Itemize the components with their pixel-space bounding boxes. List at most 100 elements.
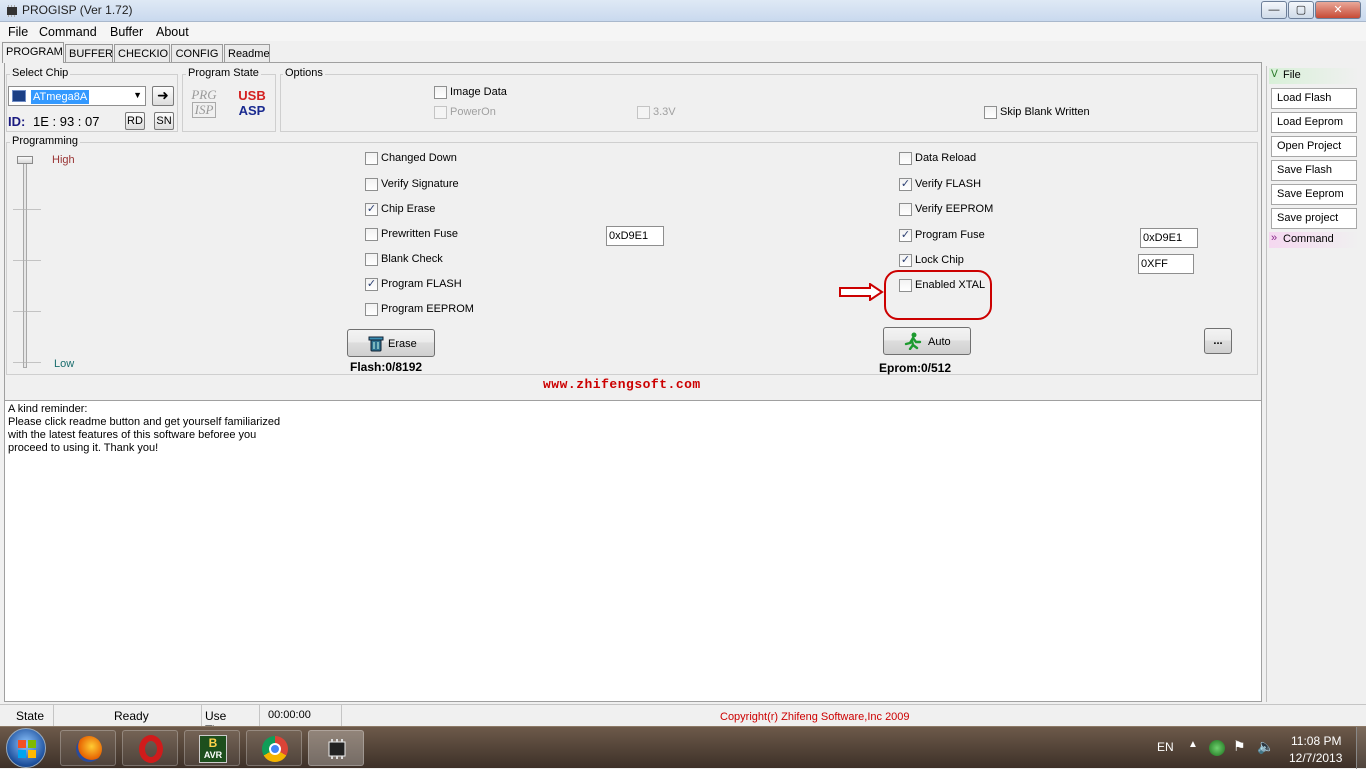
programming-label: Programming — [10, 135, 81, 147]
checkbox-box[interactable] — [365, 303, 378, 316]
side-panel: ᐯ File Load Flash Load Eeprom Open Proje… — [1266, 66, 1362, 702]
options-label: Options — [283, 67, 325, 79]
lock-chip-input[interactable]: 0XFF — [1138, 254, 1194, 274]
menu-file[interactable]: File — [8, 25, 28, 39]
open-project-button[interactable]: Open Project — [1271, 136, 1357, 157]
checkbox-label: Verify EEPROM — [915, 203, 994, 215]
tray-expand-icon[interactable]: ▲ — [1188, 739, 1198, 750]
checkbox-box[interactable]: ✓ — [365, 278, 378, 291]
checkbox-box[interactable]: ✓ — [365, 203, 378, 216]
tab-checkio[interactable]: CHECKIO — [114, 44, 170, 62]
eprom-info: Eprom:0/512 — [879, 361, 952, 375]
program-fuse-input[interactable]: 0xD9E1 — [1140, 228, 1198, 248]
checkbox-box[interactable] — [365, 253, 378, 266]
network-globe-icon[interactable] — [1209, 740, 1225, 756]
checkbox-box[interactable]: ✓ — [899, 254, 912, 267]
website-link[interactable]: www.zhifengsoft.com — [543, 377, 701, 392]
tab-buffer[interactable]: BUFFER — [65, 44, 113, 62]
windows-logo-icon — [18, 740, 36, 758]
checkbox-box — [434, 106, 447, 119]
checkbox-box[interactable] — [365, 152, 378, 165]
checkbox-box[interactable] — [365, 228, 378, 241]
load-flash-button[interactable]: Load Flash — [1271, 88, 1357, 109]
trash-icon — [368, 335, 384, 352]
checkbox-box[interactable]: ✓ — [899, 229, 912, 242]
chip-select[interactable]: ATmega8A ▼ — [8, 86, 146, 106]
checkbox-box[interactable] — [899, 152, 912, 165]
checkbox-label: Program Fuse — [915, 229, 985, 241]
show-desktop-button[interactable] — [1356, 727, 1366, 769]
file-header-label: File — [1283, 69, 1301, 81]
chevron-down-icon: ▼ — [133, 90, 142, 100]
save-eeprom-button[interactable]: Save Eeprom — [1271, 184, 1357, 205]
tab-config[interactable]: CONFIG — [171, 44, 223, 62]
checkbox-box[interactable]: ✓ — [899, 178, 912, 191]
clock-date[interactable]: 12/7/2013 — [1289, 751, 1342, 765]
checkbox-box[interactable] — [984, 106, 997, 119]
program-state-label: Program State — [186, 67, 261, 79]
command-section-header[interactable]: » Command — [1269, 232, 1359, 248]
file-section-header[interactable]: ᐯ File — [1269, 68, 1359, 84]
taskbar-firefox[interactable] — [60, 730, 116, 766]
speed-slider-thumb[interactable] — [17, 156, 33, 164]
select-chip-label: Select Chip — [10, 67, 71, 79]
v33-label: 3.3V — [653, 106, 676, 118]
menu-about[interactable]: About — [156, 25, 189, 39]
checkbox-label: Blank Check — [381, 253, 443, 265]
minimize-button[interactable]: — — [1261, 1, 1287, 19]
options-group — [280, 74, 1258, 132]
save-flash-button[interactable]: Save Flash — [1271, 160, 1357, 181]
menu-buffer[interactable]: Buffer — [110, 25, 143, 39]
checkbox-label: Verify Signature — [381, 178, 459, 190]
clock-time[interactable]: 11:08 PM — [1291, 734, 1341, 748]
arrow-right-icon: ➜ — [157, 87, 169, 103]
load-eeprom-button[interactable]: Load Eeprom — [1271, 112, 1357, 133]
checkbox-label: Program FLASH — [381, 278, 462, 290]
asp-text: ASP — [238, 103, 266, 118]
checkbox-label: Program EEPROM — [381, 303, 474, 315]
save-project-button[interactable]: Save project — [1271, 208, 1357, 229]
firefox-icon — [76, 736, 102, 762]
log-output[interactable]: A kind reminder: Please click readme but… — [4, 400, 1262, 702]
rd-button[interactable]: RD — [125, 112, 145, 130]
usb-asp-logo: USB ASP — [234, 88, 270, 122]
checkbox-label: Chip Erase — [381, 203, 436, 215]
start-button[interactable] — [6, 728, 46, 768]
checkbox-box[interactable] — [365, 178, 378, 191]
slider-high-label: High — [52, 154, 75, 166]
tab-readme[interactable]: Readme — [224, 44, 270, 62]
action-center-flag-icon[interactable]: ⚑ — [1233, 738, 1246, 755]
taskbar-chrome[interactable] — [246, 730, 302, 766]
checkbox-box[interactable] — [899, 203, 912, 216]
prewritten-fuse-input[interactable]: 0xD9E1 — [606, 226, 664, 246]
taskbar-bascom-avr[interactable]: B AVR — [184, 730, 240, 766]
speed-slider-track[interactable] — [23, 160, 27, 368]
isp-text: ISP — [191, 102, 217, 118]
auto-button[interactable]: Auto — [883, 327, 971, 355]
menu-command[interactable]: Command — [39, 25, 97, 39]
erase-button[interactable]: Erase — [347, 329, 435, 357]
sn-button[interactable]: SN — [154, 112, 174, 130]
taskbar-opera[interactable] — [122, 730, 178, 766]
image-data-label: Image Data — [450, 86, 507, 98]
slider-low-label: Low — [54, 358, 75, 370]
chrome-icon — [262, 736, 288, 762]
arrow-right-button[interactable]: ➜ — [152, 86, 174, 106]
close-button[interactable]: ✕ — [1315, 1, 1361, 19]
prg-text: PRG — [191, 87, 217, 102]
avr-icon-label: AVR — [203, 750, 223, 760]
volume-muted-icon[interactable]: 🔈 — [1257, 738, 1274, 755]
use-times-value: 00:00:00 — [260, 705, 342, 726]
chip-select-value: ATmega8A — [31, 90, 90, 104]
language-indicator[interactable]: EN — [1157, 740, 1174, 754]
checkbox-box — [637, 106, 650, 119]
maximize-button[interactable]: ▢ — [1288, 1, 1314, 19]
avr-icon: B AVR — [199, 735, 227, 763]
title-bar[interactable]: PROGISP (Ver 1.72) — ▢ ✕ — [0, 0, 1366, 22]
more-options-button[interactable]: ... — [1204, 328, 1232, 354]
tab-program[interactable]: PROGRAM — [2, 42, 64, 63]
taskbar-progisp[interactable] — [308, 730, 364, 766]
checkbox-box[interactable] — [434, 86, 447, 99]
window-title: PROGISP (Ver 1.72) — [22, 3, 133, 17]
app-chip-icon — [4, 3, 20, 19]
